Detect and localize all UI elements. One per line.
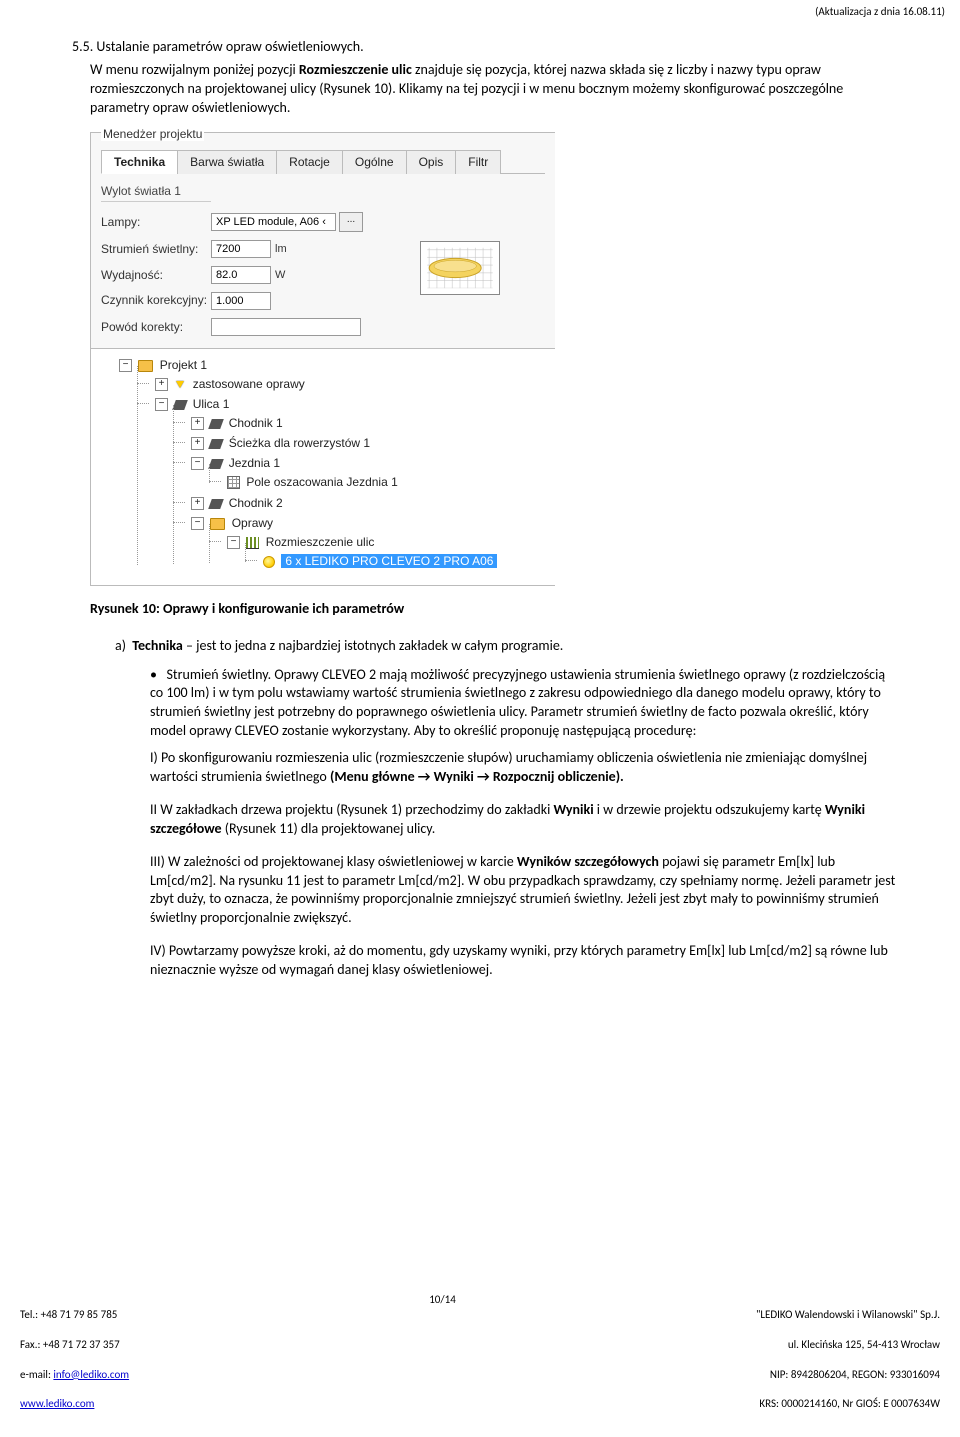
- tree-item[interactable]: − Jezdnia 1 Pole oszacowania Jezdnia 1: [173, 453, 549, 493]
- tree-item[interactable]: Pole oszacowania Jezdnia 1: [209, 472, 549, 492]
- toggle-icon[interactable]: +: [191, 437, 204, 450]
- footer-address: ul. Klecińska 125, 54-413 Wrocław: [756, 1338, 940, 1353]
- road-icon: [209, 459, 225, 469]
- footer-email: e-mail: info@lediko.com: [20, 1368, 129, 1383]
- tree-label: Chodnik 2: [229, 496, 283, 510]
- tree-label-selected: 6 x LEDIKO PRO CLEVEO 2 PRO A06: [281, 554, 497, 568]
- footer-tel: Tel.: +48 71 79 85 785: [20, 1308, 129, 1323]
- toggle-icon[interactable]: −: [191, 517, 204, 530]
- intro-paragraph: W menu rozwijalnym poniżej pozycji Rozmi…: [90, 61, 900, 118]
- folder-icon: [138, 360, 153, 372]
- toggle-icon[interactable]: −: [155, 398, 168, 411]
- tree-label: Ścieżka dla rowerzystów 1: [229, 436, 370, 450]
- tree-item[interactable]: + Ścieżka dla rowerzystów 1: [173, 433, 549, 453]
- unit-w: W: [275, 269, 285, 281]
- bullet-strumien: • Strumień świetlny. Oprawy CLEVEO 2 maj…: [150, 666, 900, 742]
- label-lampy: Lampy:: [101, 215, 211, 229]
- footer-krs: KRS: 0000214160, Nr GIOŚ: E 0007634W: [756, 1397, 940, 1412]
- page-number: 10/14: [403, 1293, 483, 1427]
- section-heading: 5.5. Ustalanie parametrów opraw oświetle…: [72, 38, 900, 55]
- tree-item[interactable]: + Chodnik 2: [173, 493, 549, 513]
- list-item-a: a) Technika – jest to jedna z najbardzie…: [115, 637, 900, 656]
- tree-label: Rozmieszczenie ulic: [266, 535, 375, 549]
- tree-label: Jezdnia 1: [229, 456, 280, 470]
- step-ii: II W zakładkach drzewa projektu (Rysunek…: [150, 801, 900, 839]
- tree-item[interactable]: + Chodnik 1: [173, 413, 549, 433]
- toggle-icon[interactable]: −: [119, 359, 132, 372]
- step-iii: III) W zależności od projektowanej klasy…: [150, 853, 900, 929]
- email-link[interactable]: info@lediko.com: [53, 1368, 129, 1381]
- input-lampy[interactable]: [211, 213, 336, 231]
- label-wydajnosc: Wydajność:: [101, 268, 211, 282]
- step-i: I) Po skonfigurowaniu rozmieszenia ulic …: [150, 749, 900, 787]
- lamp-icon: [176, 381, 184, 388]
- project-tree: − Projekt 1 + zastosowane oprawy: [97, 355, 549, 575]
- panel-title: Menedżer projektu: [101, 127, 204, 141]
- tab-opis[interactable]: Opis: [406, 150, 457, 174]
- unit-lm: lm: [275, 243, 287, 255]
- tab-technika[interactable]: Technika: [101, 150, 178, 174]
- road-icon: [173, 400, 189, 410]
- subtab-label[interactable]: Wylot światła 1: [101, 184, 211, 202]
- tab-rotacje[interactable]: Rotacje: [276, 150, 343, 174]
- input-powod[interactable]: [211, 318, 361, 336]
- tree-label: Pole oszacowania Jezdnia 1: [246, 475, 397, 489]
- label-strumien: Strumień świetlny:: [101, 242, 211, 256]
- tab-filtr[interactable]: Filtr: [455, 150, 501, 174]
- button-lampy-browse[interactable]: ...: [339, 212, 363, 232]
- label-powod: Powód korekty:: [101, 320, 211, 334]
- toggle-icon[interactable]: −: [227, 536, 240, 549]
- tree-item[interactable]: − Oprawy − Rozmieszczenie ul: [173, 513, 549, 573]
- footer-fax: Fax.: +48 71 72 37 357: [20, 1338, 129, 1353]
- grid-icon: [227, 476, 240, 489]
- tab-barwa[interactable]: Barwa światła: [177, 150, 277, 174]
- tree-root[interactable]: − Projekt 1 + zastosowane oprawy: [101, 355, 549, 575]
- footer-company: "LEDIKO Walendowski i Wilanowski" Sp.J.: [756, 1308, 940, 1323]
- tree-label: Projekt 1: [160, 358, 207, 372]
- tree-label: zastosowane oprawy: [193, 377, 305, 391]
- tree-label: Ulica 1: [193, 397, 230, 411]
- toggle-icon[interactable]: +: [191, 497, 204, 510]
- step-iv: IV) Powtarzamy powyższe kroki, aż do mom…: [150, 942, 900, 980]
- folder-icon: [210, 518, 225, 530]
- tab-ogolne[interactable]: Ogólne: [342, 150, 407, 174]
- tree-item[interactable]: + zastosowane oprawy: [137, 374, 549, 394]
- input-czynnik[interactable]: [211, 292, 271, 310]
- footer-nip: NIP: 8942806204, REGON: 933016094: [756, 1368, 940, 1383]
- road-icon: [209, 419, 225, 429]
- tree-item[interactable]: − Rozmieszczenie ulic 6 x LEDI: [209, 532, 549, 572]
- tab-bar: Technika Barwa światła Rotacje Ogólne Op…: [101, 149, 545, 174]
- page-footer: Tel.: +48 71 79 85 785 Fax.: +48 71 72 3…: [0, 1293, 960, 1427]
- input-wydajnosc[interactable]: [211, 266, 271, 284]
- screenshot-panel: Menedżer projektu Technika Barwa światła…: [90, 132, 555, 586]
- bars-icon: [246, 537, 259, 549]
- toggle-icon[interactable]: +: [191, 417, 204, 430]
- road-icon: [209, 439, 225, 449]
- tree-label: Chodnik 1: [229, 416, 283, 430]
- tree-item[interactable]: − Ulica 1 + Chodnik 1: [137, 394, 549, 574]
- toggle-icon[interactable]: +: [155, 378, 168, 391]
- bulb-icon: [263, 556, 275, 568]
- input-strumien[interactable]: [211, 240, 271, 258]
- label-czynnik: Czynnik korekcyjny:: [101, 294, 211, 307]
- figure-caption: Rysunek 10: Oprawy i konfigurowanie ich …: [90, 600, 900, 617]
- tree-item-selected[interactable]: 6 x LEDIKO PRO CLEVEO 2 PRO A06: [245, 551, 549, 571]
- toggle-icon[interactable]: −: [191, 457, 204, 470]
- tree-label: Oprawy: [232, 516, 273, 530]
- update-date: (Aktualizacja z dnia 16.08.11): [0, 0, 960, 18]
- web-link[interactable]: www.lediko.com: [20, 1397, 94, 1410]
- road-icon: [209, 499, 225, 509]
- luminaire-thumbnail: [420, 241, 500, 295]
